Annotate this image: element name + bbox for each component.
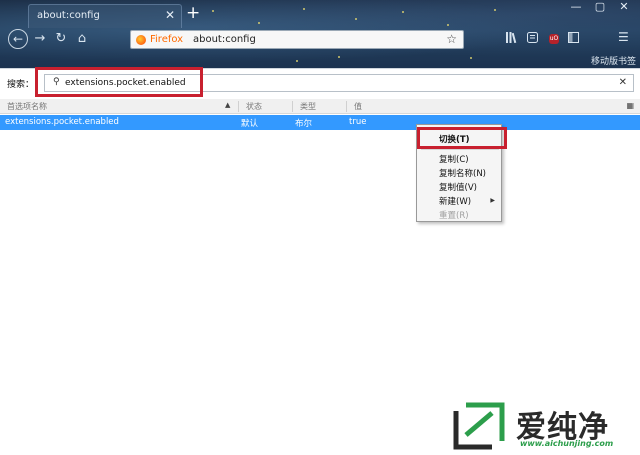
- theme-star: [338, 56, 340, 58]
- menu-item-new[interactable]: 新建(W): [439, 195, 471, 207]
- sort-ascending-icon[interactable]: ▲: [225, 101, 230, 109]
- watermark-logo-icon: [453, 402, 505, 450]
- tab-title: about:config: [37, 10, 100, 21]
- column-divider[interactable]: [346, 101, 347, 112]
- browser-toolbar: about:config ✕ + — ▢ ✕ ← → ↻ ⌂ Firefox a…: [0, 0, 640, 68]
- theme-star: [303, 8, 305, 10]
- column-divider[interactable]: [238, 101, 239, 112]
- column-type[interactable]: 类型: [300, 101, 316, 112]
- column-picker-icon[interactable]: ▦: [626, 101, 634, 110]
- back-button[interactable]: ←: [8, 29, 28, 49]
- ublock-icon[interactable]: uO: [549, 34, 559, 44]
- menu-separator: [421, 149, 499, 150]
- column-header: 首选项名称 ▲ 状态 类型 值 ▦: [0, 99, 640, 114]
- menu-item-copy[interactable]: 复制(C): [439, 153, 469, 165]
- theme-star: [470, 57, 472, 59]
- theme-star: [447, 24, 449, 26]
- search-label: 搜索：: [7, 80, 35, 90]
- pref-status: 默认: [241, 119, 259, 129]
- pref-type: 布尔: [295, 119, 313, 129]
- reader-view-icon[interactable]: [527, 32, 538, 46]
- config-page: 搜索： ⚲ extensions.pocket.enabled ✕ 首选项名称 …: [0, 67, 640, 455]
- identity-label: Firefox: [150, 34, 184, 45]
- url-bar[interactable]: Firefox about:config ☆: [130, 30, 464, 49]
- pref-value: true: [349, 117, 367, 127]
- theme-star: [258, 22, 260, 24]
- close-window-icon[interactable]: ✕: [614, 0, 634, 14]
- search-input[interactable]: ⚲ extensions.pocket.enabled ✕: [44, 74, 634, 92]
- menu-item-copy-value[interactable]: 复制值(V): [439, 181, 477, 193]
- firefox-icon: [136, 34, 146, 45]
- minimize-icon[interactable]: —: [566, 0, 586, 14]
- menu-icon[interactable]: ☰: [618, 30, 629, 44]
- theme-star: [355, 18, 357, 20]
- column-value[interactable]: 值: [354, 101, 362, 112]
- menu-item-reset: 重置(R): [439, 211, 469, 221]
- restore-icon[interactable]: ▢: [590, 0, 610, 14]
- identity-box[interactable]: Firefox: [136, 34, 183, 45]
- search-row: 搜索： ⚲ extensions.pocket.enabled ✕: [0, 67, 640, 97]
- new-tab-button[interactable]: +: [186, 4, 200, 22]
- theme-star: [212, 10, 214, 12]
- close-icon[interactable]: ✕: [165, 8, 175, 22]
- theme-star: [402, 11, 404, 13]
- search-icon: ⚲: [53, 77, 60, 87]
- table-row[interactable]: extensions.pocket.enabled 默认 布尔 true: [0, 115, 640, 130]
- search-value: extensions.pocket.enabled: [65, 78, 186, 88]
- column-name[interactable]: 首选项名称: [7, 101, 47, 112]
- theme-star: [296, 60, 298, 62]
- tab-about-config[interactable]: about:config ✕: [28, 4, 182, 28]
- library-icon[interactable]: [506, 32, 518, 46]
- column-status[interactable]: 状态: [246, 101, 262, 112]
- pref-name: extensions.pocket.enabled: [5, 117, 119, 127]
- url-text[interactable]: about:config: [193, 34, 256, 45]
- column-divider[interactable]: [292, 101, 293, 112]
- clear-search-icon[interactable]: ✕: [619, 77, 627, 88]
- mobile-bookmarks-link[interactable]: 移动版书签: [591, 54, 636, 67]
- watermark-url: www.aichunjing.com: [520, 439, 614, 448]
- theme-star: [494, 9, 496, 11]
- home-button[interactable]: ⌂: [75, 31, 89, 47]
- context-menu: 切换(T) 复制(C) 复制名称(N) 复制值(V) 新建(W) ▶ 重置(R): [416, 124, 502, 222]
- menu-item-toggle[interactable]: 切换(T): [439, 133, 470, 145]
- sidebar-icon[interactable]: [568, 32, 579, 46]
- bookmark-star-icon[interactable]: ☆: [446, 32, 457, 46]
- menu-item-copy-name[interactable]: 复制名称(N): [439, 167, 486, 179]
- forward-button[interactable]: →: [33, 31, 47, 47]
- reload-button[interactable]: ↻: [54, 31, 68, 47]
- submenu-arrow-icon: ▶: [490, 197, 495, 204]
